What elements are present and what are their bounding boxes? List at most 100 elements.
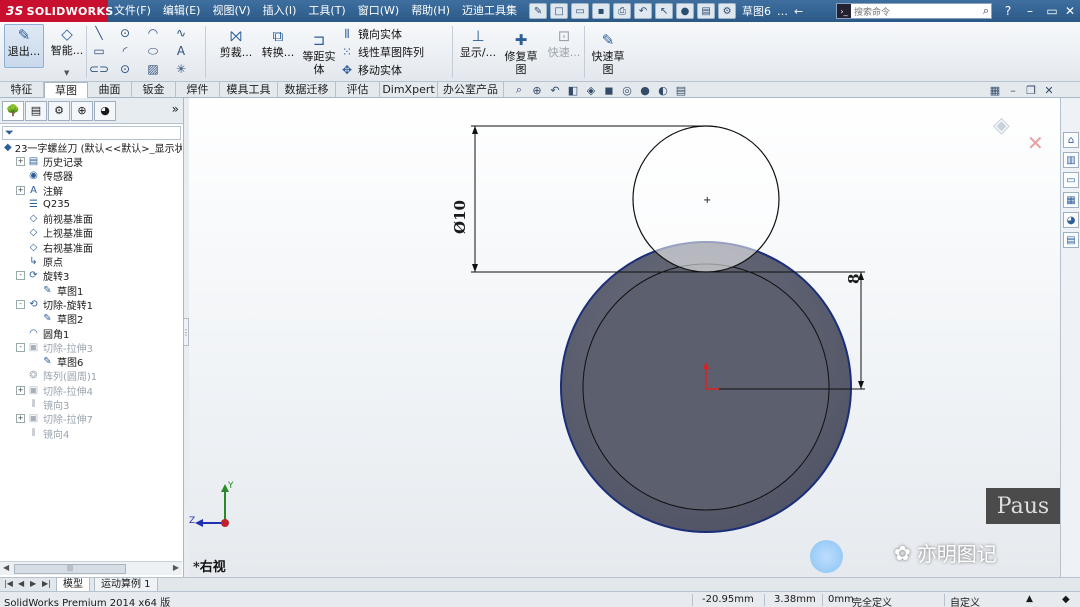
select-arrow-icon[interactable]: ↖ — [655, 3, 674, 19]
view-palette-icon[interactable]: ▦ — [1063, 192, 1079, 208]
menu-maidi-toolset[interactable]: 迈迪工具集 — [456, 0, 523, 22]
collapse-icon[interactable]: - — [16, 271, 25, 281]
tab-evaluate[interactable]: 评估 — [336, 82, 380, 98]
tree-item[interactable]: - ▣ 切除-拉伸3 — [0, 340, 182, 354]
minimize-icon[interactable]: – — [1022, 3, 1038, 19]
prev-tab-icon[interactable]: ◀ — [18, 579, 24, 588]
move-entities-button[interactable]: ✥ 移动实体 — [340, 62, 402, 78]
menu-view[interactable]: 视图(V) — [206, 0, 256, 22]
help-question-icon[interactable]: ? — [1000, 3, 1016, 19]
tree-item[interactable]: ✎ 草图2 — [0, 312, 182, 326]
file-explorer-icon[interactable]: ▭ — [1063, 172, 1079, 188]
zoom-area-icon[interactable]: ⊕ — [530, 83, 544, 97]
display-manager-tab-icon[interactable]: ◕ — [94, 100, 116, 121]
last-tab-icon[interactable]: ▶| — [42, 579, 51, 588]
tree-item[interactable]: ◉ 传感器 — [0, 169, 182, 183]
search-commands-box[interactable]: ›_ 搜索命令 ⌕ — [836, 3, 992, 19]
menu-help[interactable]: 帮助(H) — [405, 0, 456, 22]
next-tab-icon[interactable]: ▶ — [30, 579, 36, 588]
tree-item[interactable]: ⫴ 镜向4 — [0, 426, 182, 441]
tab-dimxpert[interactable]: DimXpert — [380, 82, 438, 98]
feature-manager-tab-icon[interactable]: 🌳 — [2, 100, 24, 121]
tab-weldments[interactable]: 焊件 — [176, 82, 220, 98]
tree-item[interactable]: ◆ 23一字螺丝刀 (默认<<默认>_显示状态 — [0, 140, 182, 155]
scroll-right-icon[interactable]: ▶ — [173, 563, 179, 572]
scrollbar-thumb[interactable]: ||| — [14, 564, 126, 574]
tab-features[interactable]: 特征 — [0, 82, 44, 98]
tree-item[interactable]: + ▤ 历史记录 — [0, 154, 182, 169]
mirror-entities-button[interactable]: ⫴ 镜向实体 — [340, 26, 402, 42]
edit-appearance-icon[interactable]: ● — [638, 83, 652, 97]
linear-dimension-text[interactable]: 8 — [845, 274, 863, 284]
spline-icon[interactable]: ∿ — [174, 26, 188, 40]
plane-icon[interactable]: ▨ — [146, 62, 160, 76]
view-settings-icon[interactable]: ▤ — [674, 83, 688, 97]
pin-icon[interactable]: ✎ — [529, 3, 548, 19]
rebuild-tag-icon[interactable]: ◆ — [1062, 594, 1070, 605]
expand-icon[interactable]: + — [16, 185, 25, 195]
convert-entities-button[interactable]: ⧉ 转换... — [258, 26, 298, 59]
smart-dimension-button[interactable]: ◇ 智能... — [48, 24, 86, 57]
close-icon[interactable]: ✕ — [1062, 3, 1078, 19]
expand-icon[interactable]: + — [16, 156, 25, 166]
feature-tree-filter[interactable]: ⏷ — [2, 126, 181, 140]
search-icon[interactable]: ⌕ — [983, 4, 991, 18]
tree-item[interactable]: - ⟳ 旋转3 — [0, 269, 182, 283]
rapid-sketch-button[interactable]: ✎ 快速草 图 — [588, 30, 628, 76]
point-icon[interactable]: ⊙ — [118, 62, 132, 76]
tab-data-migration[interactable]: 数据迁移 — [278, 82, 336, 98]
tab-motion-study[interactable]: 运动算例 1 — [94, 578, 158, 592]
tree-item[interactable]: ◇ 上视基准面 — [0, 226, 182, 240]
units-mode-selector[interactable]: 自定义 — [950, 594, 980, 607]
configuration-manager-tab-icon[interactable]: ⚙ — [48, 100, 70, 121]
tree-item[interactable]: ◇ 右视基准面 — [0, 240, 182, 255]
tree-item[interactable]: + ▣ 切除-拉伸4 — [0, 383, 182, 397]
collapse-icon[interactable]: - — [16, 342, 25, 352]
tab-sketch[interactable]: 草图 — [44, 82, 88, 98]
arc-icon[interactable]: ◠ — [146, 26, 160, 40]
tree-item[interactable]: ◠ 圆角1 — [0, 326, 182, 341]
traffic-light-icon[interactable]: ● — [676, 3, 695, 19]
undo-icon[interactable]: ↶ — [634, 3, 653, 19]
tree-item[interactable]: ◇ 前视基准面 — [0, 211, 182, 226]
tree-item[interactable]: ✎ 草图1 — [0, 283, 182, 298]
first-tab-icon[interactable]: |◀ — [4, 579, 13, 588]
appearances-icon[interactable]: ◕ — [1063, 212, 1079, 228]
more-tabs-icon[interactable]: » — [172, 102, 179, 116]
tree-item[interactable]: ↳ 原点 — [0, 254, 182, 269]
tree-horizontal-scrollbar[interactable]: ◀ ||| ▶ — [0, 561, 182, 575]
previous-view-icon[interactable]: ↶ — [548, 83, 562, 97]
tree-item[interactable]: ⫴ 镜向3 — [0, 397, 182, 412]
chevron-up-icon[interactable]: ▲ — [1026, 594, 1033, 604]
view-orientation-icon[interactable]: ◈ — [584, 83, 598, 97]
graphics-area[interactable]: + ◈ ✕ Ø10 8 Y Z *右视 Paus ✿ 亦明图记 — [189, 98, 1060, 577]
ellipse-icon[interactable]: ⬭ — [146, 44, 160, 58]
open-folder-icon[interactable]: ▭ — [571, 3, 590, 19]
property-manager-tab-icon[interactable]: ▤ — [25, 100, 47, 121]
tree-item[interactable]: ☰ Q235 — [0, 197, 182, 211]
point-star-icon[interactable]: ✳ — [174, 62, 188, 76]
zoom-to-fit-icon[interactable]: ⌕ — [512, 83, 526, 97]
tab-office-products[interactable]: 办公室产品 — [438, 82, 504, 98]
options-gear-icon[interactable]: ⚙ — [718, 3, 737, 19]
tree-item[interactable]: + ▣ 切除-拉伸7 — [0, 412, 182, 426]
design-library-icon[interactable]: ▥ — [1063, 152, 1079, 168]
menu-insert[interactable]: 插入(I) — [257, 0, 303, 22]
restore-icon[interactable]: ▭ — [1044, 3, 1060, 19]
doc-minimize-icon[interactable]: – — [1006, 83, 1020, 97]
tab-model[interactable]: 模型 — [56, 578, 90, 592]
display-style-icon[interactable]: ◼ — [602, 83, 616, 97]
collapse-icon[interactable]: - — [16, 299, 25, 309]
menu-window[interactable]: 窗口(W) — [352, 0, 405, 22]
apply-scene-icon[interactable]: ◐ — [656, 83, 670, 97]
menu-edit[interactable]: 编辑(E) — [157, 0, 207, 22]
section-view-icon[interactable]: ◧ — [566, 83, 580, 97]
line-icon[interactable]: ╲ — [92, 26, 106, 40]
doc-close-icon[interactable]: ✕ — [1042, 83, 1056, 97]
tab-mold-tools[interactable]: 模具工具 — [220, 82, 278, 98]
exit-sketch-button[interactable]: ✎ 退出... — [4, 24, 44, 68]
tree-item[interactable]: ❂ 阵列(圆周)1 — [0, 369, 182, 383]
display-delete-relations-button[interactable]: ⊥ 显示/... — [456, 26, 500, 59]
solidworks-logo[interactable]: 3S SOLIDWORKS — [0, 0, 113, 22]
save-icon[interactable]: ▪ — [592, 3, 611, 19]
